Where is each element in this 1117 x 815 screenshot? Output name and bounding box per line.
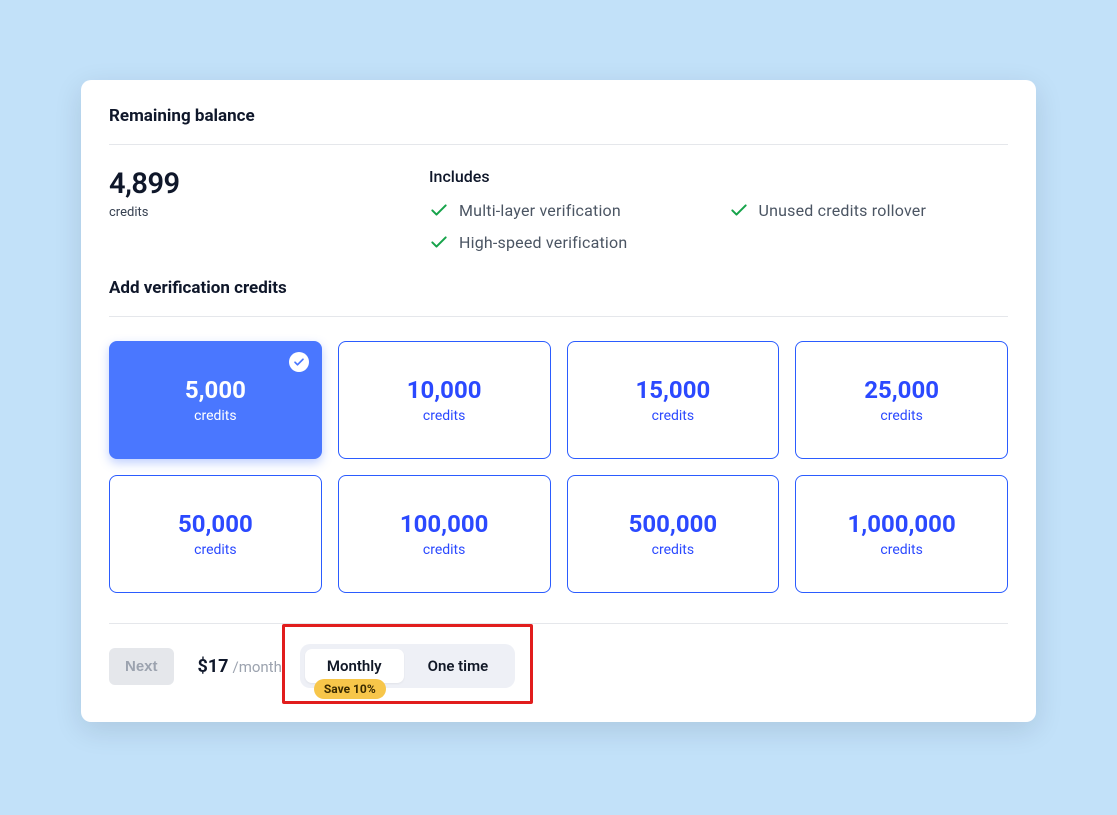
credit-amount: 25,000 <box>864 376 939 404</box>
save-badge: Save 10% <box>314 679 386 699</box>
selected-check-icon <box>289 352 309 372</box>
next-button[interactable]: Next <box>109 648 174 685</box>
balance-unit: credits <box>109 205 429 220</box>
credit-tile[interactable]: 10,000 credits <box>338 341 551 459</box>
balance-left: 4,899 credits <box>109 167 429 252</box>
frequency-option-monthly[interactable]: Monthly <box>305 649 404 683</box>
credit-amount: 5,000 <box>185 376 246 404</box>
credit-tile[interactable]: 15,000 credits <box>567 341 780 459</box>
check-icon <box>429 232 449 252</box>
credit-tile[interactable]: 5,000 credits <box>109 341 322 459</box>
footer-area: Next $17 /month Monthly One time Save 10… <box>109 623 1008 688</box>
check-icon <box>429 200 449 220</box>
credit-unit: credits <box>652 542 694 558</box>
credit-tile[interactable]: 500,000 credits <box>567 475 780 593</box>
includes-title: Includes <box>429 167 1008 186</box>
add-credits-title: Add verification credits <box>109 278 1008 298</box>
check-icon <box>729 200 749 220</box>
credit-unit: credits <box>423 408 465 424</box>
includes-list: Multi-layer verification Unused credits … <box>429 200 1008 252</box>
credit-tile[interactable]: 1,000,000 credits <box>795 475 1008 593</box>
credit-tile[interactable]: 100,000 credits <box>338 475 551 593</box>
credit-unit: credits <box>880 542 922 558</box>
balance-value: 4,899 <box>109 167 429 201</box>
include-item: Multi-layer verification <box>429 200 709 220</box>
price-block: $17 /month <box>198 656 282 677</box>
credit-amount: 1,000,000 <box>848 510 956 538</box>
credit-unit: credits <box>194 408 236 424</box>
include-item: Unused credits rollover <box>729 200 1009 220</box>
credit-tile[interactable]: 50,000 credits <box>109 475 322 593</box>
include-text: High-speed verification <box>459 233 627 252</box>
include-item: High-speed verification <box>429 232 709 252</box>
include-text: Unused credits rollover <box>759 201 927 220</box>
frequency-option-onetime[interactable]: One time <box>406 649 511 683</box>
credit-unit: credits <box>880 408 922 424</box>
frequency-toggle-wrap: Monthly One time Save 10% <box>300 644 515 688</box>
credit-amount: 10,000 <box>407 376 482 404</box>
divider <box>109 316 1008 317</box>
price-period: /month <box>233 658 282 676</box>
credit-unit: credits <box>194 542 236 558</box>
credit-amount: 500,000 <box>629 510 718 538</box>
credit-amount: 100,000 <box>400 510 489 538</box>
credit-unit: credits <box>652 408 694 424</box>
credit-amount: 50,000 <box>178 510 253 538</box>
balance-row: 4,899 credits Includes Multi-layer verif… <box>109 145 1008 278</box>
remaining-balance-title: Remaining balance <box>109 106 1008 126</box>
credit-tile[interactable]: 25,000 credits <box>795 341 1008 459</box>
include-text: Multi-layer verification <box>459 201 621 220</box>
price-amount: $17 <box>198 656 229 677</box>
includes-column: Includes Multi-layer verification Unused… <box>429 167 1008 252</box>
credit-unit: credits <box>423 542 465 558</box>
credit-tile-grid: 5,000credits10,000credits15,000credits25… <box>109 341 1008 593</box>
credits-card: Remaining balance 4,899 credits Includes… <box>81 80 1036 722</box>
credit-amount: 15,000 <box>635 376 710 404</box>
